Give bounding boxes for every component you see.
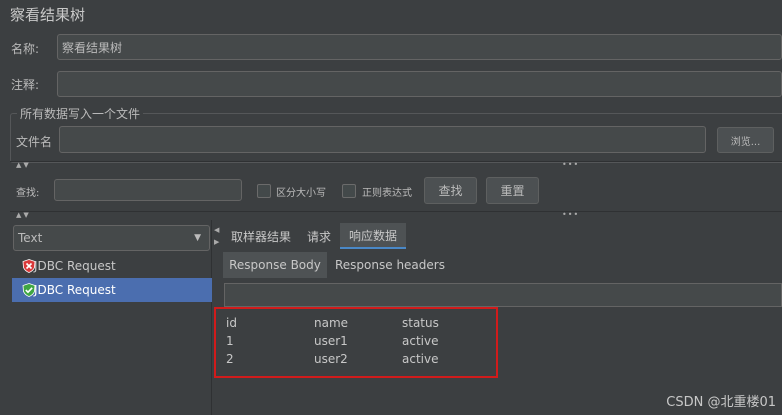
table-header-cell: name [314,316,349,330]
response-search-bar[interactable] [224,283,782,307]
table-cell: 1 [226,334,234,348]
table-cell: active [402,352,439,366]
table-cell: 2 [226,352,234,366]
case-sensitive-checkbox[interactable] [257,184,271,198]
comment-field[interactable] [57,71,782,97]
search-label: 查找: [16,188,40,199]
filename-field[interactable] [59,126,706,153]
success-shield-icon [22,283,36,297]
splitter-bottom[interactable]: ▲▼ ••• [10,210,782,219]
search-input[interactable] [54,179,242,201]
tab-request[interactable]: 请求 [300,223,338,249]
collapse-arrows-icon[interactable]: ◀ ▶ [214,224,219,248]
browse-button[interactable]: 浏览... [717,127,774,153]
table-header-cell: status [402,316,439,330]
tree-item-jdbc-request-error[interactable]: JDBC Request [12,254,212,278]
tab-sampler-result[interactable]: 取样器结果 [224,223,298,249]
error-shield-icon [22,259,36,273]
reset-button[interactable]: 重置 [486,177,539,204]
name-field[interactable]: 察看结果树 [57,34,782,60]
table-row: 1 user1 active [226,332,482,350]
filename-label: 文件名 [16,135,53,149]
tree-item-label: JDBC Request [34,259,116,273]
watermark: CSDN @北重楼01 [666,395,776,410]
splitter-grip-icon[interactable]: ••• [562,160,579,169]
tab-response-data[interactable]: 响应数据 [340,223,406,249]
splitter-arrows-icon[interactable]: ▲▼ [16,161,31,169]
table-cell: user1 [314,334,348,348]
case-sensitive-label: 区分大小写 [276,188,326,199]
table-cell: active [402,334,439,348]
table-row: 2 user2 active [226,350,482,368]
renderer-select-value: Text [18,231,43,245]
splitter-arrows-icon[interactable]: ▲▼ [16,211,31,219]
name-field-value: 察看结果树 [62,40,123,55]
table-header-cell: id [226,316,237,330]
regex-label: 正则表达式 [362,188,412,199]
tab-response-headers[interactable]: Response headers [330,252,450,278]
tree-item-jdbc-request-success[interactable]: JDBC Request [12,278,212,302]
name-label: 名称: [11,42,40,56]
find-button[interactable]: 查找 [424,177,477,204]
regex-checkbox[interactable] [342,184,356,198]
table-header-row: id name status [226,314,482,332]
comment-label: 注释: [11,78,40,92]
table-cell: user2 [314,352,348,366]
response-table: id name status 1 user1 active 2 user2 ac… [226,314,482,368]
tree-item-label: JDBC Request [34,283,116,297]
tab-response-body[interactable]: Response Body [223,252,327,278]
splitter-grip-icon[interactable]: ••• [562,210,579,219]
chevron-down-icon: ▼ [194,233,201,243]
splitter-top[interactable]: ▲▼ ••• [10,160,782,169]
file-group-title: 所有数据写入一个文件 [17,105,144,122]
window-title: 察看结果树 [10,6,86,24]
renderer-select[interactable]: Text ▼ [13,225,210,251]
